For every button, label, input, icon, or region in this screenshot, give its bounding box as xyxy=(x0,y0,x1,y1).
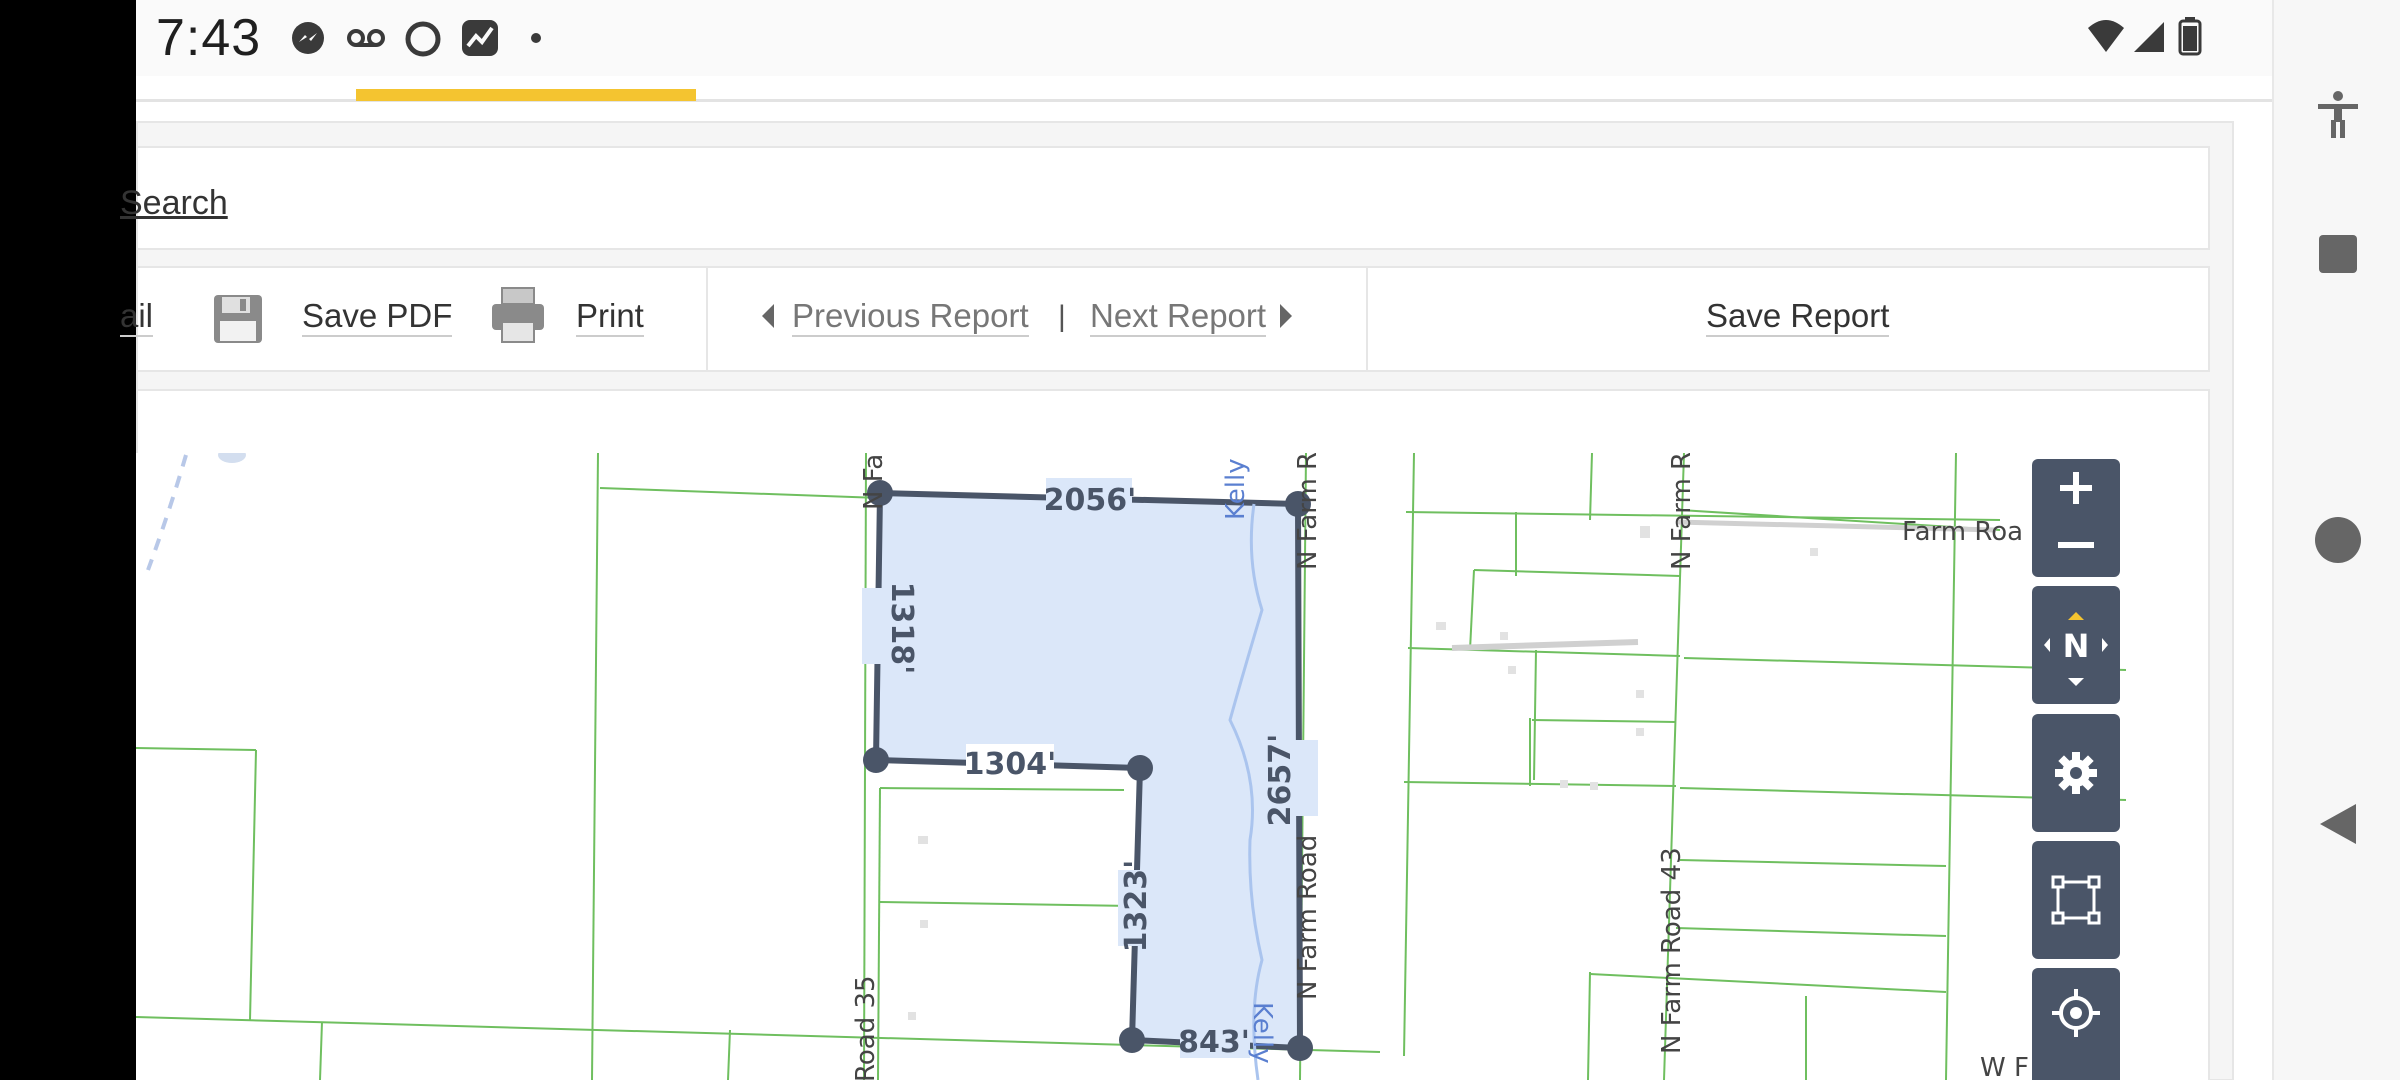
farm-road-label: Farm Roa xyxy=(1902,517,2023,547)
tab-active-indicator[interactable] xyxy=(356,89,696,101)
road-label: N Fa xyxy=(859,454,889,510)
minus-icon xyxy=(2058,541,2094,548)
road-label: N Farm R xyxy=(1667,453,1697,570)
home-icon[interactable] xyxy=(2314,516,2362,564)
system-nav-bar xyxy=(2272,0,2400,1080)
zoom-control xyxy=(2032,459,2120,577)
printer-icon[interactable] xyxy=(490,286,546,344)
search-bar xyxy=(136,146,2210,250)
parcel-map[interactable]: 2056' 1318' 1304' 2657' 1323' 843' Kelly… xyxy=(136,453,2128,1080)
save-report-button[interactable]: Save Report xyxy=(1706,297,1890,337)
accessibility-icon[interactable] xyxy=(2316,90,2360,140)
locate-control[interactable] xyxy=(2032,968,2120,1080)
road-label: N Farm Road xyxy=(1293,835,1323,1000)
print-button[interactable]: Print xyxy=(576,297,644,337)
previous-report-button[interactable]: Previous Report xyxy=(792,297,1029,337)
measurement-inner: 1323' xyxy=(1119,860,1154,953)
dot-icon xyxy=(531,33,541,43)
crosshair-icon xyxy=(2052,989,2100,1037)
road-label: N Farm Road 43 xyxy=(1657,847,1687,1054)
map-canvas[interactable]: 2056' 1318' 1304' 2657' 1323' 843' Kelly… xyxy=(136,453,2128,1080)
measurement-top: 2056' xyxy=(1044,483,1137,518)
road-label: W F xyxy=(1980,1053,2029,1080)
report-nav-separator: | xyxy=(1058,300,1066,333)
recents-icon[interactable] xyxy=(2318,234,2358,274)
measurement-left: 1318' xyxy=(884,582,919,675)
zoom-in-button[interactable] xyxy=(2032,459,2120,516)
wifi-icon xyxy=(2088,20,2124,52)
selected-parcel xyxy=(872,489,1304,1052)
voicemail-icon xyxy=(347,29,385,47)
compass-control[interactable]: N xyxy=(2032,586,2120,704)
measurement-bottom: 843' xyxy=(1178,1025,1250,1060)
search-link[interactable]: Search xyxy=(120,184,228,223)
zoom-out-button[interactable] xyxy=(2032,516,2120,573)
toolbar-divider xyxy=(1366,268,1368,370)
battery-icon xyxy=(2178,17,2202,56)
chevron-right-icon[interactable] xyxy=(1278,302,1294,330)
status-bar: 7:43 xyxy=(136,0,2272,76)
messenger-icon xyxy=(292,22,324,54)
left-black-bar xyxy=(0,0,136,1080)
signal-icon xyxy=(2134,22,2164,52)
select-area-control[interactable] xyxy=(2032,841,2120,959)
circle-app-icon xyxy=(405,21,441,57)
measurement-middle: 1304' xyxy=(964,747,1057,782)
road-label: N Farm R xyxy=(1293,453,1323,570)
plus-icon xyxy=(2060,471,2092,504)
toolbar-divider xyxy=(706,268,708,370)
settings-control[interactable] xyxy=(2032,714,2120,832)
gear-icon xyxy=(2055,752,2097,794)
floppy-disk-icon[interactable] xyxy=(212,293,264,345)
chevron-left-icon[interactable] xyxy=(760,302,776,330)
measurement-right: 2657' xyxy=(1263,734,1298,827)
status-clock: 7:43 xyxy=(156,9,262,67)
compass-icon: N xyxy=(2044,612,2108,686)
next-report-button[interactable]: Next Report xyxy=(1090,297,1267,337)
compass-north-label: N xyxy=(2063,627,2090,665)
bounding-box-icon xyxy=(2051,875,2101,925)
kelly-creek-label: Kelly xyxy=(1221,458,1251,520)
road-label: Road 35 xyxy=(851,975,881,1080)
save-pdf-button[interactable]: Save PDF xyxy=(302,297,453,337)
kelly-creek-label: Kelly xyxy=(1247,1002,1277,1064)
email-button[interactable]: ail xyxy=(120,297,154,337)
back-icon[interactable] xyxy=(2318,802,2358,846)
chart-app-icon xyxy=(462,20,498,56)
